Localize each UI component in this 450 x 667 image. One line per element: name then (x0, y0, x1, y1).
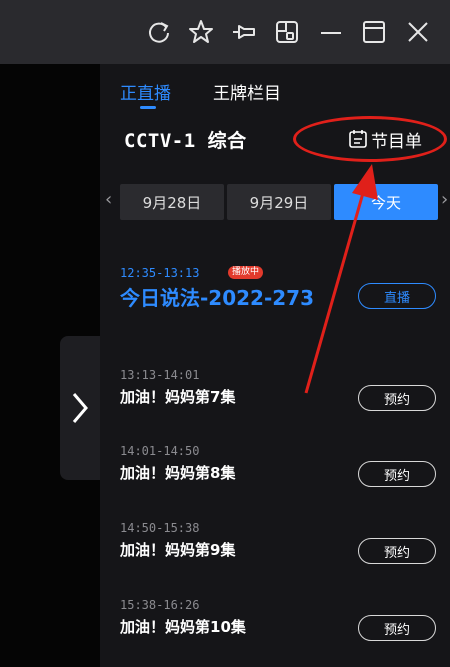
program-time: 15:38-16:26 (120, 598, 200, 612)
collapse-panel-button[interactable] (60, 336, 100, 480)
reserve-button[interactable]: 预约 (358, 385, 436, 411)
reserve-button[interactable]: 预约 (358, 615, 436, 641)
program-panel: 正直播 王牌栏目 CCTV-1 综合 节目单 ‹ 9月28日 9月29日 今天 … (100, 64, 450, 667)
date-prev-arrow[interactable]: ‹ (105, 189, 112, 210)
close-icon[interactable] (404, 18, 432, 46)
program-time: 14:50-15:38 (120, 521, 200, 535)
refresh-icon[interactable] (145, 18, 173, 46)
live-button[interactable]: 直播 (358, 283, 436, 309)
reserve-button[interactable]: 预约 (358, 461, 436, 487)
date-today[interactable]: 今天 (334, 184, 438, 220)
program-title-current[interactable]: 今日说法-2022-273 (120, 286, 330, 310)
program-time: 14:01-14:50 (120, 444, 200, 458)
reserve-button[interactable]: 预约 (358, 538, 436, 564)
date-next-arrow[interactable]: › (441, 189, 448, 210)
chevron-right-icon (72, 393, 88, 423)
annotation-ellipse (293, 116, 447, 162)
date-sep-28[interactable]: 9月28日 (120, 184, 224, 220)
pin-icon[interactable] (230, 18, 258, 46)
program-title[interactable]: 加油！妈妈第7集 (120, 386, 235, 407)
program-time-current: 12:35-13:13 (120, 266, 200, 280)
minimize-icon[interactable] (317, 18, 345, 46)
program-time: 13:13-14:01 (120, 368, 200, 382)
picture-in-picture-icon[interactable] (273, 18, 301, 46)
star-icon[interactable] (187, 18, 215, 46)
title-bar (0, 0, 450, 64)
program-title[interactable]: 加油！妈妈第8集 (120, 462, 235, 483)
tab-brand-columns[interactable]: 王牌栏目 (213, 79, 281, 104)
tab-active-indicator (140, 106, 156, 109)
tab-live[interactable]: 正直播 (120, 79, 171, 104)
now-playing-badge: 播放中 (228, 266, 264, 279)
maximize-icon[interactable] (360, 18, 388, 46)
date-sep-29[interactable]: 9月29日 (227, 184, 331, 220)
program-title[interactable]: 加油！妈妈第9集 (120, 539, 235, 560)
channel-name: CCTV-1 综合 (124, 130, 247, 152)
program-title[interactable]: 加油！妈妈第10集 (120, 616, 246, 637)
